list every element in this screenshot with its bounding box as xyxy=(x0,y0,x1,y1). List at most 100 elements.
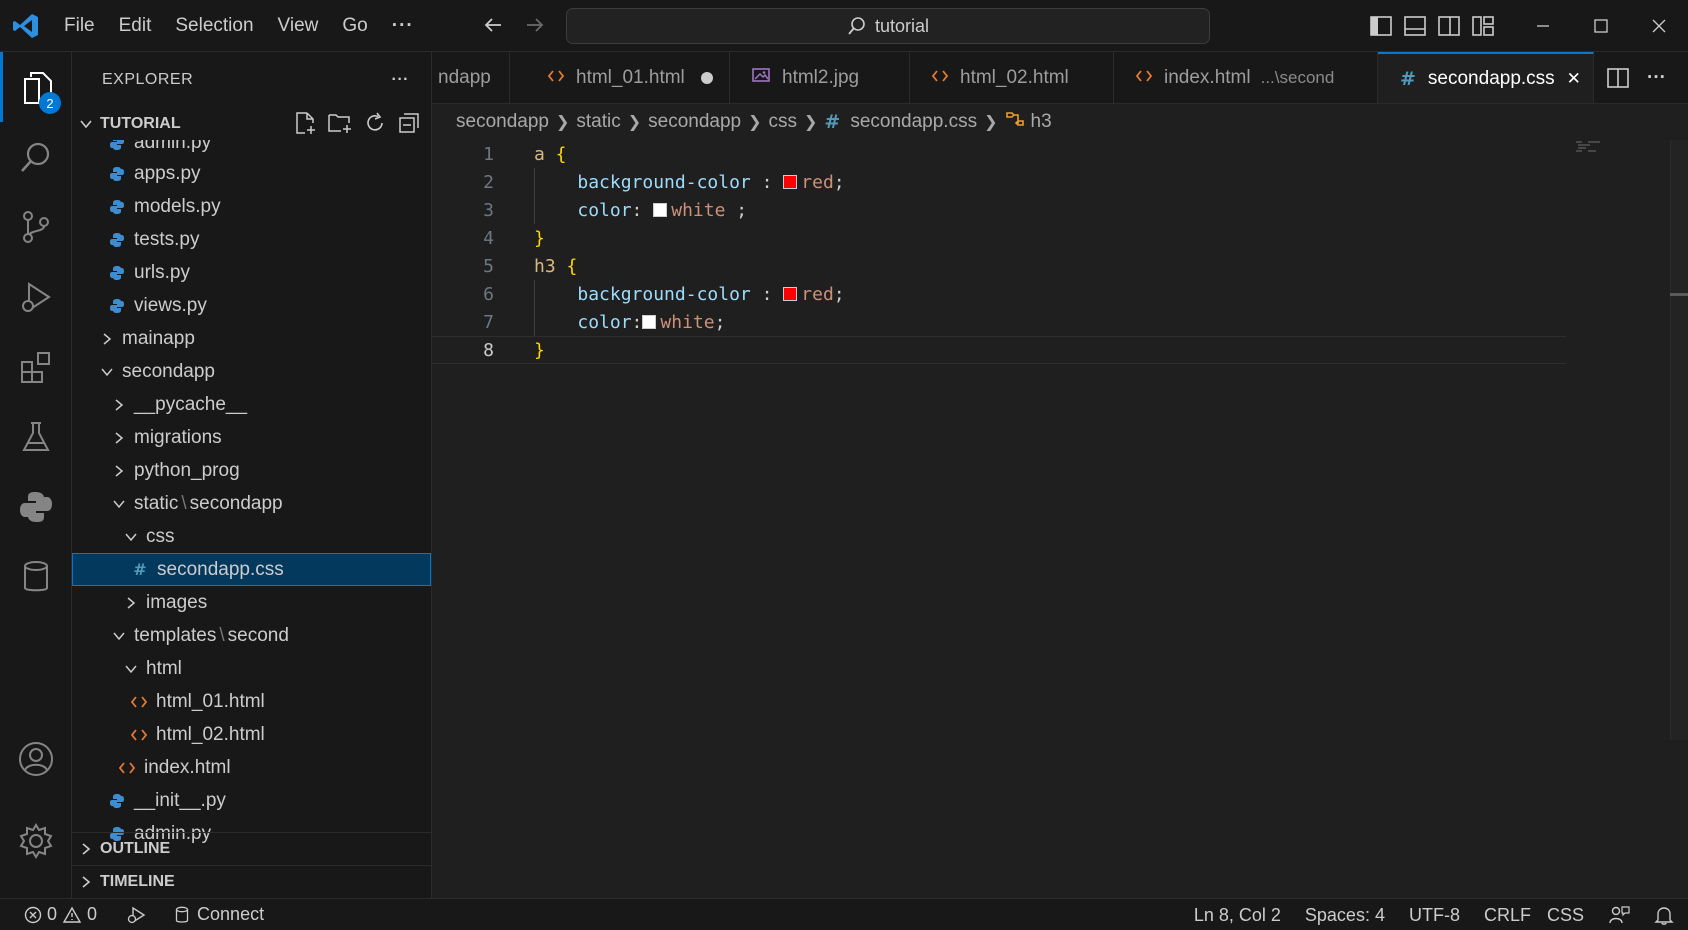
color-swatch-white[interactable] xyxy=(642,314,657,329)
accounts-activity[interactable] xyxy=(0,724,72,794)
breadcrumb-item[interactable]: static xyxy=(576,111,620,133)
tree-item-models-py[interactable]: models.py xyxy=(72,190,431,223)
outline-section-header[interactable]: OUTLINE xyxy=(72,832,431,865)
color-swatch-white[interactable] xyxy=(653,202,668,217)
database-activity[interactable] xyxy=(0,542,72,612)
tree-folder-images[interactable]: images xyxy=(72,586,431,619)
line-endings[interactable]: CRLF xyxy=(1484,905,1531,926)
breadcrumb-item[interactable]: secondapp.css xyxy=(850,111,977,133)
feedback-icon[interactable] xyxy=(1608,905,1630,925)
vertical-scrollbar[interactable] xyxy=(1670,140,1688,740)
close-tab-icon[interactable]: ✕ xyxy=(1567,69,1581,89)
cursor-position[interactable]: Ln 8, Col 2 xyxy=(1194,905,1281,926)
debug-run-icon[interactable] xyxy=(125,905,147,925)
toggle-primary-sidebar-icon[interactable] xyxy=(1364,16,1398,36)
tab-html2-jpg[interactable]: html2.jpg xyxy=(730,52,910,103)
tree-item-html-02[interactable]: html_02.html xyxy=(72,718,431,751)
breadcrumb-item[interactable]: secondapp xyxy=(456,111,549,133)
testing-activity[interactable] xyxy=(0,402,72,472)
tree-folder-secondapp[interactable]: secondapp xyxy=(72,355,431,388)
tree-folder-static-secondapp[interactable]: static \ secondapp xyxy=(72,487,431,520)
minimize-icon[interactable] xyxy=(1514,0,1572,52)
search-icon xyxy=(21,142,50,172)
menu-file[interactable]: File xyxy=(52,15,107,37)
tab-partial-app[interactable]: ndapp xyxy=(432,52,510,103)
tree-item-label: __pycache__ xyxy=(134,393,248,415)
tree-item-urls-py[interactable]: urls.py xyxy=(72,256,431,289)
chevron-down-icon xyxy=(120,530,142,544)
tree-folder-python-prog[interactable]: python_prog xyxy=(72,454,431,487)
menu-go[interactable]: Go xyxy=(330,15,379,37)
menu-view[interactable]: View xyxy=(266,15,331,37)
new-folder-icon[interactable] xyxy=(327,111,353,135)
search-activity[interactable] xyxy=(0,122,72,192)
language-mode[interactable]: CSS xyxy=(1547,905,1584,926)
tree-folder-css[interactable]: css xyxy=(72,520,431,553)
timeline-section-header[interactable]: TIMELINE xyxy=(72,865,431,898)
tree-item-apps-py[interactable]: apps.py xyxy=(72,157,431,190)
breadcrumb-item[interactable]: h3 xyxy=(1031,111,1052,133)
refresh-icon[interactable] xyxy=(363,111,387,135)
tab-html-01[interactable]: html_01.html xyxy=(526,52,730,103)
breadcrumb-item[interactable]: secondapp xyxy=(648,111,741,133)
new-file-icon[interactable] xyxy=(293,111,317,135)
tree-item-label: views.py xyxy=(134,294,207,316)
python-activity[interactable] xyxy=(0,472,72,542)
tree-item-init-py[interactable]: __init__.py xyxy=(72,784,431,817)
color-swatch-red[interactable] xyxy=(783,174,798,189)
tree-item-index-html[interactable]: index.html xyxy=(72,751,431,784)
back-arrow-icon[interactable] xyxy=(480,12,506,38)
tree-item-html-01[interactable]: html_01.html xyxy=(72,685,431,718)
extensions-activity[interactable] xyxy=(0,332,72,402)
code-editor[interactable]: 1 a { 2 background-color : red; 3 color:… xyxy=(432,140,1688,898)
semicolon: ; xyxy=(833,283,845,305)
tab-html-02[interactable]: html_02.html xyxy=(910,52,1114,103)
menu-more[interactable]: ··· xyxy=(380,15,426,37)
tree-folder-pycache[interactable]: __pycache__ xyxy=(72,388,431,421)
tree-item-secondapp-css[interactable]: # secondapp.css xyxy=(72,553,431,586)
toggle-panel-icon[interactable] xyxy=(1398,16,1432,36)
forward-arrow-icon[interactable] xyxy=(522,12,548,38)
explorer-activity[interactable]: 2 xyxy=(0,52,72,122)
colon: : xyxy=(631,311,643,333)
explorer-header: EXPLORER ··· xyxy=(72,52,431,108)
tree-item-label: templates xyxy=(134,624,217,646)
problems-indicator[interactable]: 0 0 xyxy=(24,904,97,925)
unsaved-dot-icon[interactable] xyxy=(700,72,713,84)
minimap[interactable] xyxy=(1574,140,1604,154)
title-bar-controls xyxy=(1364,0,1688,52)
tree-item-tests-py[interactable]: tests.py xyxy=(72,223,431,256)
explorer-more-button[interactable]: ··· xyxy=(392,71,409,89)
tree-item-views-py[interactable]: views.py xyxy=(72,289,431,322)
maximize-icon[interactable] xyxy=(1572,0,1630,52)
chevron-down-icon xyxy=(96,365,118,379)
tab-index-html[interactable]: index.html ...\second xyxy=(1114,52,1378,103)
customize-layout-icon[interactable] xyxy=(1466,16,1500,36)
tab-more-actions-button[interactable]: ··· xyxy=(1647,67,1666,89)
tree-folder-html[interactable]: html xyxy=(72,652,431,685)
menu-selection[interactable]: Selection xyxy=(163,15,265,37)
tree-folder-migrations[interactable]: migrations xyxy=(72,421,431,454)
tree-folder-mainapp[interactable]: mainapp xyxy=(72,322,431,355)
workspace-section-header[interactable]: TUTORIAL xyxy=(72,108,431,140)
connect-status[interactable]: Connect xyxy=(175,904,264,925)
run-debug-activity[interactable] xyxy=(0,262,72,332)
manage-activity[interactable] xyxy=(0,806,72,876)
html-file-icon xyxy=(116,761,138,775)
color-swatch-red[interactable] xyxy=(783,286,798,301)
bell-icon[interactable] xyxy=(1654,905,1674,925)
breadcrumb-item[interactable]: css xyxy=(769,111,798,133)
toggle-secondary-sidebar-icon[interactable] xyxy=(1432,16,1466,36)
split-editor-icon[interactable] xyxy=(1607,68,1629,88)
menu-edit[interactable]: Edit xyxy=(107,15,164,37)
indentation[interactable]: Spaces: 4 xyxy=(1305,905,1385,926)
colon: : xyxy=(631,199,654,221)
tab-secondapp-css[interactable]: # secondapp.css ✕ xyxy=(1378,52,1594,103)
tree-folder-templates-second[interactable]: templates \ second xyxy=(72,619,431,652)
source-control-activity[interactable] xyxy=(0,192,72,262)
command-center-search[interactable]: tutorial xyxy=(566,8,1210,44)
close-window-icon[interactable] xyxy=(1630,0,1688,52)
collapse-all-icon[interactable] xyxy=(397,111,421,135)
flask-icon xyxy=(22,422,50,451)
encoding[interactable]: UTF-8 xyxy=(1409,905,1460,926)
